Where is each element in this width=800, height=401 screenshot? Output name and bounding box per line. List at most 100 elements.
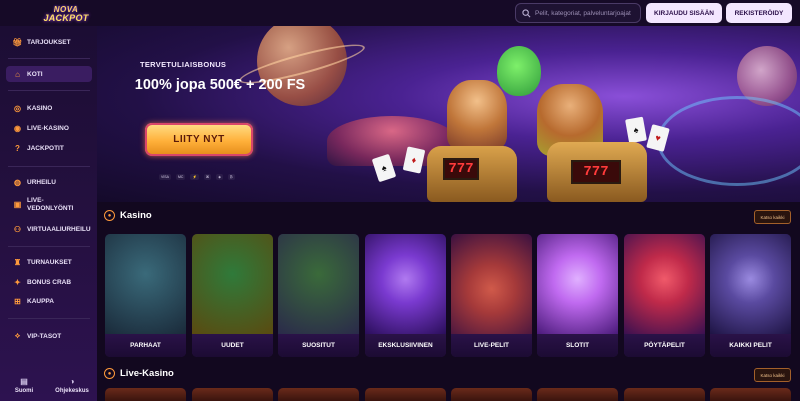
payment-method-icon: ⌘ (203, 174, 212, 180)
live-game-tile[interactable] (192, 388, 273, 401)
sidebar-item-label: LIVE-VEDONLYÖNTI (27, 197, 74, 212)
sidebar-divider (8, 58, 90, 59)
payment-methods: VISA MC ⚡ ⌘ ◈ ₿ (159, 174, 235, 180)
sidebar-item-tarjoukset[interactable]: 🎁︎ TARJOUKSET (6, 34, 92, 50)
payment-method-icon: ⚡ (190, 174, 199, 180)
slot-display: 777 (571, 160, 621, 184)
tile-label: PARHAAT (105, 334, 186, 357)
jackpot-icon: ? (15, 143, 20, 153)
live-game-tile[interactable] (278, 388, 359, 401)
sidebar-item-label: URHEILU (27, 178, 56, 186)
tile-art (451, 234, 532, 334)
sidebar-divider (8, 246, 90, 247)
tile-art (710, 234, 791, 334)
tile-label: SLOTIT (537, 334, 618, 357)
sidebar-item-jackpotit[interactable]: ? JACKPOTIT (6, 140, 92, 156)
section-title: Kasino (120, 210, 152, 221)
sidebar-item-label: JACKPOTIT (27, 144, 64, 152)
hero-text: TERVETULIAISBONUS 100% jopa 500€ + 200 F… (97, 26, 337, 202)
logo-line2: JACKPOT (43, 12, 89, 23)
vip-icon: ⟡ (14, 331, 21, 340)
login-button[interactable]: KIRJAUDU SISÄÄN (646, 3, 722, 23)
sidebar-item-koti[interactable]: ⌂ KOTI (6, 66, 92, 82)
sidebar-item-bonus-crab[interactable]: ✦ BONUS CRAB (6, 274, 92, 290)
sidebar-item-label: BONUS CRAB (27, 278, 72, 286)
payment-method-icon: ◈ (216, 174, 223, 180)
tile-label: PÖYTÄPELIT (624, 334, 705, 357)
help-icon: ◑ (69, 377, 75, 386)
sidebar-item-vip-tasot[interactable]: ⟡ VIP-TASOT (6, 328, 92, 344)
live-game-tile[interactable] (710, 388, 791, 401)
live-icon: ● (104, 368, 115, 379)
virtual-sports-icon: ⚇ (13, 224, 22, 234)
live-game-tile[interactable] (537, 388, 618, 401)
sidebar-item-live-vedonlyonti[interactable]: ▣ LIVE-VEDONLYÖNTI (6, 194, 92, 216)
join-now-button[interactable]: LIITY NYT (145, 123, 253, 156)
hero-title: 100% jopa 500€ + 200 FS (134, 77, 306, 93)
woman-illustration (447, 80, 507, 150)
category-tile-slotit[interactable]: SLOTIT (537, 234, 618, 357)
sidebar-item-urheilu[interactable]: ◍ URHEILU (6, 174, 92, 190)
category-tile-suositut[interactable]: SUOSITUT (278, 234, 359, 357)
sidebar-divider (8, 318, 90, 319)
sidebar-divider (8, 166, 90, 167)
top-bar: NOVA JACKPOT KIRJAUDU SISÄÄN REKISTERÖID… (0, 0, 800, 26)
live-game-tile[interactable] (624, 388, 705, 401)
category-tile-poytapelit[interactable]: PÖYTÄPELIT (624, 234, 705, 357)
category-tile-uudet[interactable]: UUDET (192, 234, 273, 357)
casino-see-all-button[interactable]: Katso kaikki (754, 210, 791, 224)
register-button[interactable]: REKISTERÖIDY (726, 3, 792, 23)
crab-icon: ✦ (14, 277, 21, 287)
sidebar-item-turnaukset[interactable]: ♜ TURNAUKSET (6, 254, 92, 270)
sidebar-item-label: VIRTUAALIURHEILU (27, 225, 91, 233)
help-label: Ohjekeskus (55, 388, 89, 394)
sports-icon: ◍ (14, 177, 21, 187)
search-icon (522, 8, 531, 17)
logo[interactable]: NOVA JACKPOT (38, 3, 94, 25)
help-center-button[interactable]: ◑ Ohjekeskus (48, 370, 96, 401)
language-button[interactable]: ▤ Suomi (0, 370, 48, 401)
category-tile-parhaat[interactable]: PARHAAT (105, 234, 186, 357)
hero-banner[interactable]: ♠ ♦ ♠ ♥ 777 777 TERVETULIAISBONUS 100% j… (97, 26, 800, 202)
sidebar-bottom: ▤ Suomi ◑ Ohjekeskus (0, 370, 97, 401)
section-title: Live-Kasino (120, 368, 174, 379)
tile-art (624, 234, 705, 334)
tile-art (105, 234, 186, 334)
sidebar-item-label: TARJOUKSET (27, 38, 71, 46)
alien-illustration (497, 46, 541, 96)
sidebar-item-virtuaaliurheilu[interactable]: ⚇ VIRTUAALIURHEILU (6, 221, 92, 237)
live-casino-section-header: ● Live-Kasino (104, 368, 174, 379)
category-tile-kaikki-pelit[interactable]: KAIKKI PELIT (710, 234, 791, 357)
tile-label: EKSKLUSIIVINEN (365, 334, 446, 357)
live-casino-see-all-button[interactable]: Katso kaikki (754, 368, 791, 382)
sidebar-item-label: LIVE-KASINO (27, 124, 69, 132)
sidebar-item-label: KAUPPA (27, 297, 54, 305)
casino-category-tiles: PARHAAT UUDET SUOSITUT EKSKLUSIIVINEN LI… (105, 234, 793, 357)
shop-icon: ⊞ (14, 296, 21, 306)
gift-icon: 🎁︎ (12, 37, 23, 47)
sidebar-item-kasino[interactable]: ◎ KASINO (6, 100, 92, 116)
language-label: Suomi (14, 388, 34, 394)
live-game-tile[interactable] (365, 388, 446, 401)
tile-art (365, 234, 446, 334)
sidebar-item-label: VIP-TASOT (27, 332, 62, 340)
category-tile-live-pelit[interactable]: LIVE-PELIT (451, 234, 532, 357)
live-game-tile[interactable] (451, 388, 532, 401)
live-betting-icon: ▣ (13, 200, 22, 210)
sidebar-item-label: KOTI (27, 70, 43, 78)
sidebar: 🎁︎ TARJOUKSET ⌂ KOTI ◎ KASINO ◉ LIVE-KAS… (0, 26, 97, 401)
live-icon: ◉ (14, 123, 21, 133)
language-icon: ▤ (20, 377, 28, 386)
search-box[interactable] (515, 3, 641, 23)
live-game-tile[interactable] (105, 388, 186, 401)
category-tile-eksklusiivinen[interactable]: EKSKLUSIIVINEN (365, 234, 446, 357)
visa-icon: VISA (159, 174, 171, 180)
sidebar-item-kauppa[interactable]: ⊞ KAUPPA (6, 293, 92, 309)
trophy-icon: ♜ (13, 257, 22, 267)
sidebar-item-label: KASINO (27, 104, 53, 112)
casino-chip-icon: ◎ (14, 103, 21, 113)
search-input[interactable] (535, 9, 640, 17)
sidebar-item-label: TURNAUKSET (27, 258, 72, 266)
tile-art (192, 234, 273, 334)
sidebar-item-live-kasino[interactable]: ◉ LIVE-KASINO (6, 120, 92, 136)
